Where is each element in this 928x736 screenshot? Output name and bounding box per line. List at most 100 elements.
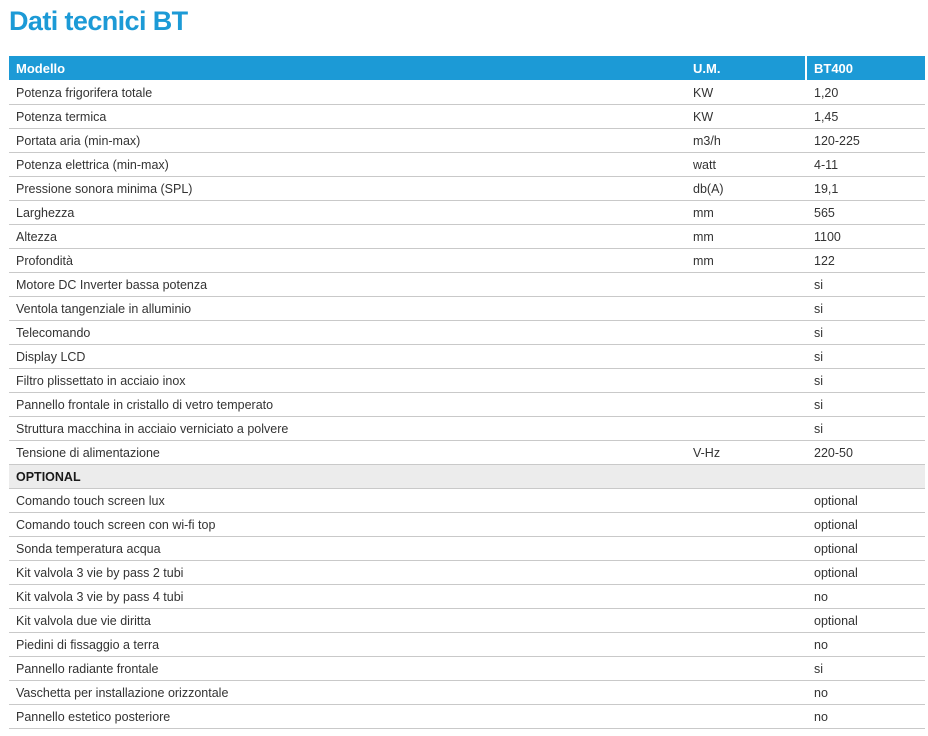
cell-value: 120-225 (806, 128, 925, 153)
optional-section-row: OPTIONAL (9, 464, 925, 489)
cell-value: 1,20 (806, 80, 925, 105)
cell-value: no (806, 584, 925, 609)
cell-value: optional (806, 608, 925, 633)
cell-value: 122 (806, 248, 925, 273)
cell-value: optional (806, 536, 925, 561)
cell-unit: watt (686, 152, 806, 177)
cell-value: 565 (806, 200, 925, 225)
optional-row: Comando touch screen con wi-fi top option… (9, 512, 925, 537)
cell-label: Potenza frigorifera totale (9, 80, 686, 105)
cell-value: optional (806, 512, 925, 537)
table-header: Modello U.M. BT400 (9, 56, 925, 81)
cell-unit: V-Hz (686, 440, 806, 465)
spec-row: Profondità mm 122 (9, 248, 925, 273)
cell-unit: mm (686, 224, 806, 249)
section-empty-cell (686, 464, 806, 489)
spec-row: Struttura macchina in acciaio verniciato… (9, 416, 925, 441)
spec-row: Potenza elettrica (min-max) watt 4-11 (9, 152, 925, 177)
cell-label: Vaschetta per installazione orizzontale (9, 680, 686, 705)
cell-label: Kit valvola 3 vie by pass 2 tubi (9, 560, 686, 585)
cell-value: si (806, 272, 925, 297)
spec-row: Filtro plissettato in acciaio inox si (9, 368, 925, 393)
table-header-row: Modello U.M. BT400 (9, 56, 925, 81)
spec-row: Pannello frontale in cristallo di vetro … (9, 392, 925, 417)
spec-row: Telecomando si (9, 320, 925, 345)
cell-unit (686, 392, 806, 417)
spec-row: Display LCD si (9, 344, 925, 369)
section-empty-cell (806, 464, 925, 489)
cell-unit (686, 272, 806, 297)
cell-unit (686, 368, 806, 393)
cell-label: Portata aria (min-max) (9, 128, 686, 153)
cell-unit (686, 320, 806, 345)
cell-unit (686, 416, 806, 441)
optional-row: Vaschetta per installazione orizzontale n… (9, 680, 925, 705)
cell-label: Telecomando (9, 320, 686, 345)
cell-unit: db(A) (686, 176, 806, 201)
spec-row: Motore DC Inverter bassa potenza si (9, 272, 925, 297)
cell-value: si (806, 416, 925, 441)
optional-row: Kit valvola due vie diritta optional (9, 608, 925, 633)
optional-row: Comando touch screen lux optional (9, 488, 925, 513)
page-title: Dati tecnici BT (9, 6, 188, 36)
cell-unit (686, 608, 806, 633)
cell-unit: KW (686, 104, 806, 129)
column-header-model: Modello (9, 56, 686, 81)
cell-value: optional (806, 560, 925, 585)
cell-label: Piedini di fissaggio a terra (9, 632, 686, 657)
cell-unit (686, 512, 806, 537)
optional-row: Sonda temperatura acqua optional (9, 536, 925, 561)
column-header-unit: U.M. (686, 56, 806, 81)
cell-unit (686, 632, 806, 657)
cell-unit (686, 536, 806, 561)
cell-value: si (806, 296, 925, 321)
cell-value: no (806, 632, 925, 657)
cell-label: Pressione sonora minima (SPL) (9, 176, 686, 201)
spec-row: Tensione di alimentazione V-Hz 220-50 (9, 440, 925, 465)
cell-unit (686, 344, 806, 369)
cell-unit (686, 488, 806, 513)
optional-row: Kit valvola 3 vie by pass 2 tubi optional (9, 560, 925, 585)
cell-unit (686, 584, 806, 609)
cell-value: 1,45 (806, 104, 925, 129)
cell-unit (686, 680, 806, 705)
cell-unit (686, 704, 806, 729)
cell-value: 19,1 (806, 176, 925, 201)
cell-label: Kit valvola 3 vie by pass 4 tubi (9, 584, 686, 609)
cell-label: Comando touch screen con wi-fi top (9, 512, 686, 537)
technical-data-table: Modello U.M. BT400 Potenza frigorifera t… (9, 56, 925, 729)
cell-label: Altezza (9, 224, 686, 249)
spec-row: Larghezza mm 565 (9, 200, 925, 225)
table-body: Potenza frigorifera totale KW 1,20 Potenza … (9, 80, 925, 729)
cell-label: Potenza elettrica (min-max) (9, 152, 686, 177)
cell-unit: m3/h (686, 128, 806, 153)
cell-label: Potenza termica (9, 104, 686, 129)
cell-label: Pannello radiante frontale (9, 656, 686, 681)
spec-row: Ventola tangenziale in alluminio si (9, 296, 925, 321)
cell-value: si (806, 320, 925, 345)
cell-value: no (806, 680, 925, 705)
cell-value: 4-11 (806, 152, 925, 177)
cell-label: Display LCD (9, 344, 686, 369)
optional-section-heading: OPTIONAL (9, 464, 686, 489)
cell-value: si (806, 392, 925, 417)
spec-row: Portata aria (min-max) m3/h 120-225 (9, 128, 925, 153)
cell-unit: mm (686, 200, 806, 225)
cell-unit: mm (686, 248, 806, 273)
spec-row: Pressione sonora minima (SPL) db(A) 19,1 (9, 176, 925, 201)
column-header-product: BT400 (805, 56, 925, 81)
cell-label: Ventola tangenziale in alluminio (9, 296, 686, 321)
cell-label: Larghezza (9, 200, 686, 225)
cell-label: Pannello estetico posteriore (9, 704, 686, 729)
cell-label: Profondità (9, 248, 686, 273)
cell-value: no (806, 704, 925, 729)
cell-label: Tensione di alimentazione (9, 440, 686, 465)
cell-label: Struttura macchina in acciaio verniciato… (9, 416, 686, 441)
cell-label: Sonda temperatura acqua (9, 536, 686, 561)
cell-unit (686, 560, 806, 585)
optional-row: Pannello radiante frontale si (9, 656, 925, 681)
cell-label: Pannello frontale in cristallo di vetro … (9, 392, 686, 417)
cell-label: Comando touch screen lux (9, 488, 686, 513)
cell-value: optional (806, 488, 925, 513)
cell-unit: KW (686, 80, 806, 105)
